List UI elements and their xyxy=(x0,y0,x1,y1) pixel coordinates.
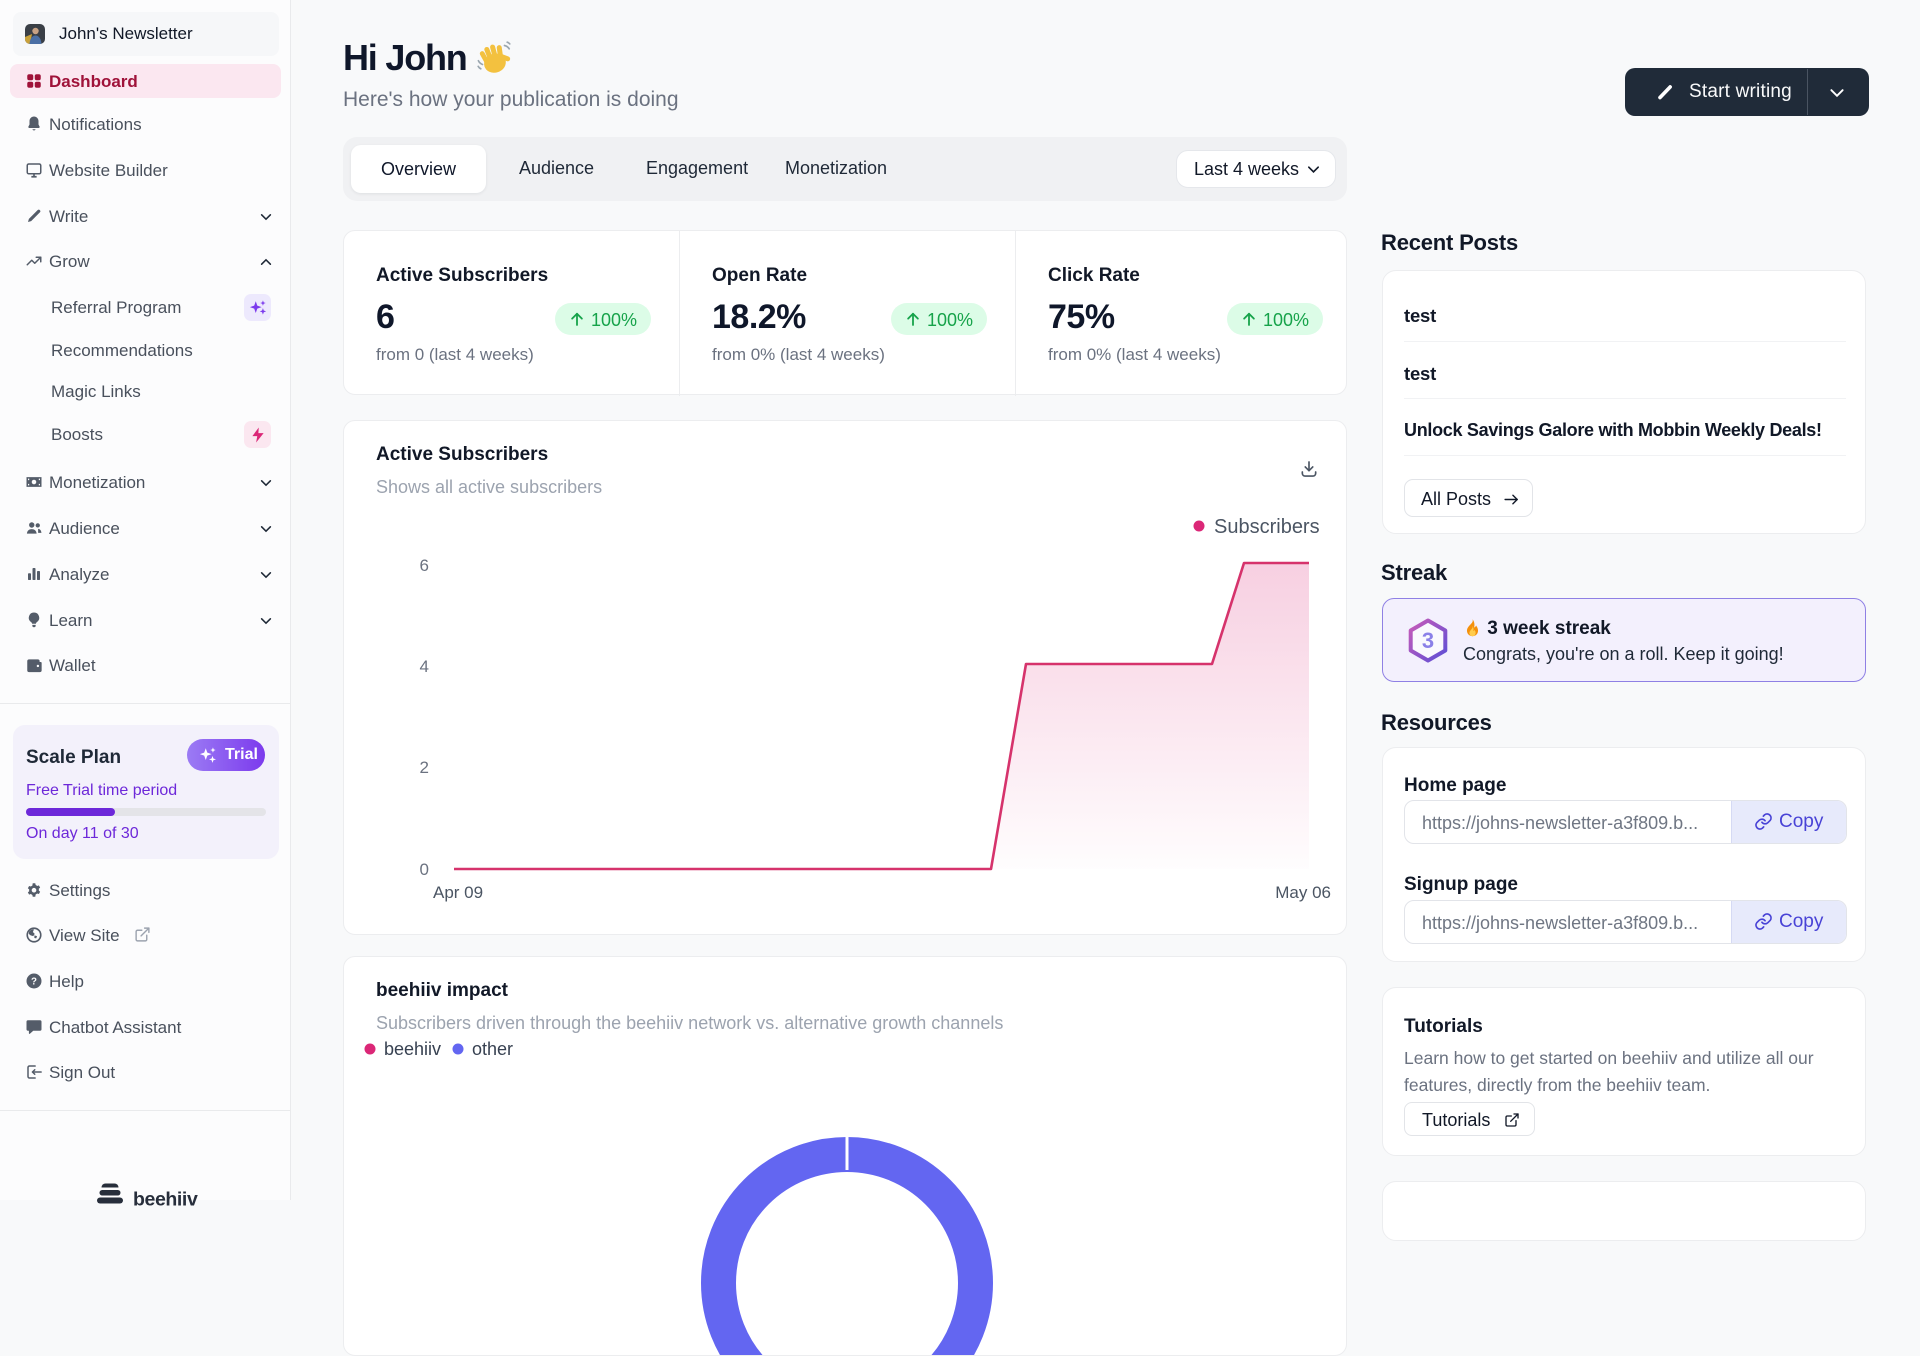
svg-text:May 06: May 06 xyxy=(1275,883,1331,902)
svg-text:6: 6 xyxy=(420,556,429,575)
svg-text:2: 2 xyxy=(420,758,429,777)
svg-text:4: 4 xyxy=(420,657,429,676)
svg-text:Subscribers: Subscribers xyxy=(1214,516,1320,538)
svg-text:?: ? xyxy=(31,976,37,987)
svg-text:0: 0 xyxy=(420,860,429,879)
svg-text:Apr 09: Apr 09 xyxy=(433,883,483,902)
svg-text:beehiiv: beehiiv xyxy=(133,1189,198,1211)
svg-text:other: other xyxy=(472,1039,513,1059)
svg-text:3: 3 xyxy=(1422,628,1434,653)
svg-text:beehiiv: beehiiv xyxy=(384,1039,441,1059)
